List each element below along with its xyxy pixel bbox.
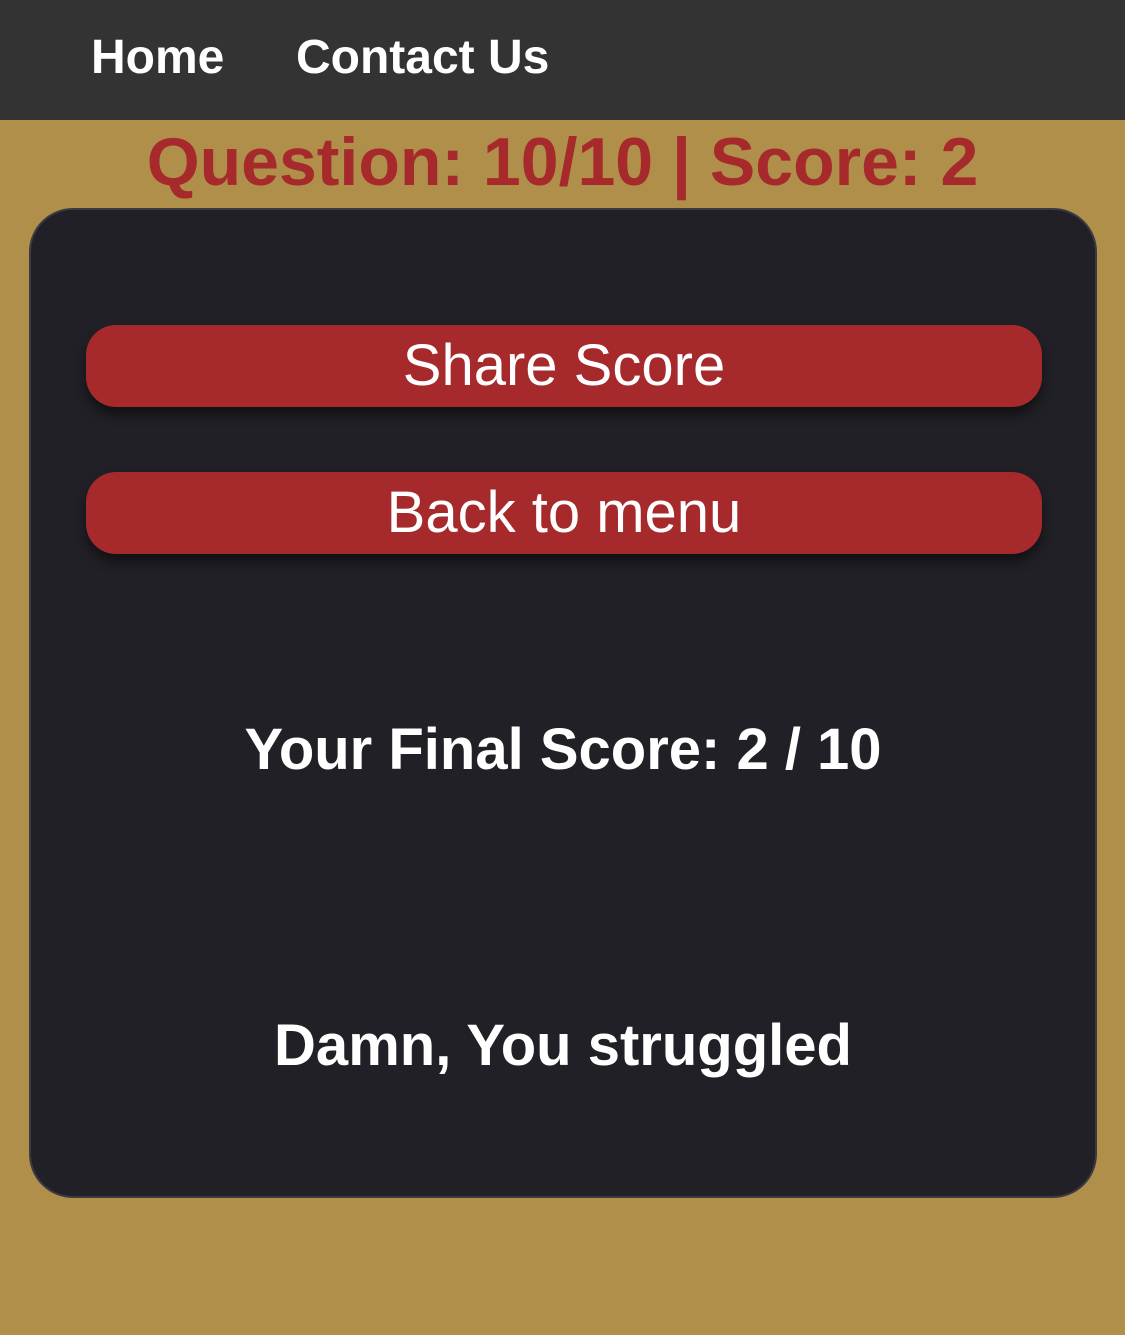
result-message: Damn, You struggled (274, 1013, 852, 1078)
results-card: Share Score Back to menu Your Final Scor… (29, 208, 1097, 1198)
share-score-button[interactable]: Share Score (86, 325, 1042, 407)
final-score-text: Your Final Score: 2 / 10 (244, 717, 882, 782)
nav-contact-link[interactable]: Contact Us (296, 30, 549, 86)
quiz-status-header: Question: 10/10 | Score: 2 (146, 124, 979, 200)
back-to-menu-button[interactable]: Back to menu (86, 472, 1042, 554)
top-navbar: Home Contact Us (0, 0, 1125, 120)
nav-home-link[interactable]: Home (91, 30, 224, 86)
